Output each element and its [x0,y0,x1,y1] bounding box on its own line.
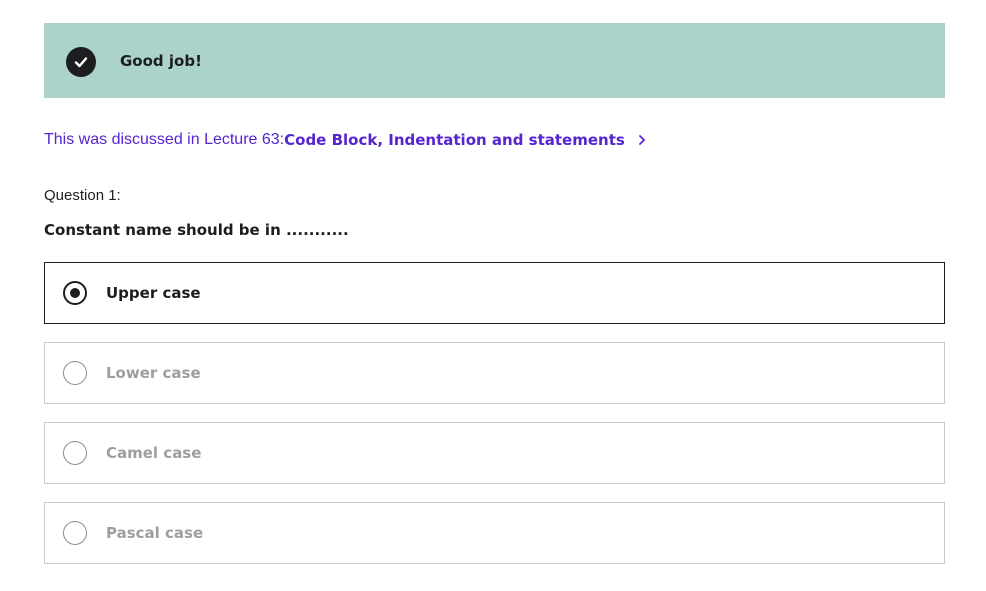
answer-option-label: Upper case [106,284,201,302]
feedback-banner: Good job! [44,23,945,98]
chevron-right-icon [637,134,647,146]
lecture-reference-prefix: This was discussed in Lecture 63: [44,131,285,148]
radio-unselected-icon[interactable] [63,441,87,465]
lecture-reference-link[interactable]: This was discussed in Lecture 63: Code B… [44,129,647,151]
lecture-reference-title: Code Block, Indentation and statements [284,131,625,149]
radio-selected-icon[interactable] [63,281,87,305]
quiz-result-page: Good job! This was discussed in Lecture … [0,0,986,591]
answer-option-label: Camel case [106,444,202,462]
answer-option-upper-case[interactable]: Upper case [44,262,945,324]
feedback-message: Good job! [120,52,202,70]
answer-option-pascal-case[interactable]: Pascal case [44,502,945,564]
answer-option-camel-case[interactable]: Camel case [44,422,945,484]
answer-option-label: Lower case [106,364,201,382]
answer-option-lower-case[interactable]: Lower case [44,342,945,404]
answer-option-label: Pascal case [106,524,204,542]
check-circle-icon [66,47,96,77]
radio-unselected-icon[interactable] [63,521,87,545]
radio-unselected-icon[interactable] [63,361,87,385]
question-number: Question 1: [44,187,121,204]
question-prompt: Constant name should be in ........... [44,221,349,239]
